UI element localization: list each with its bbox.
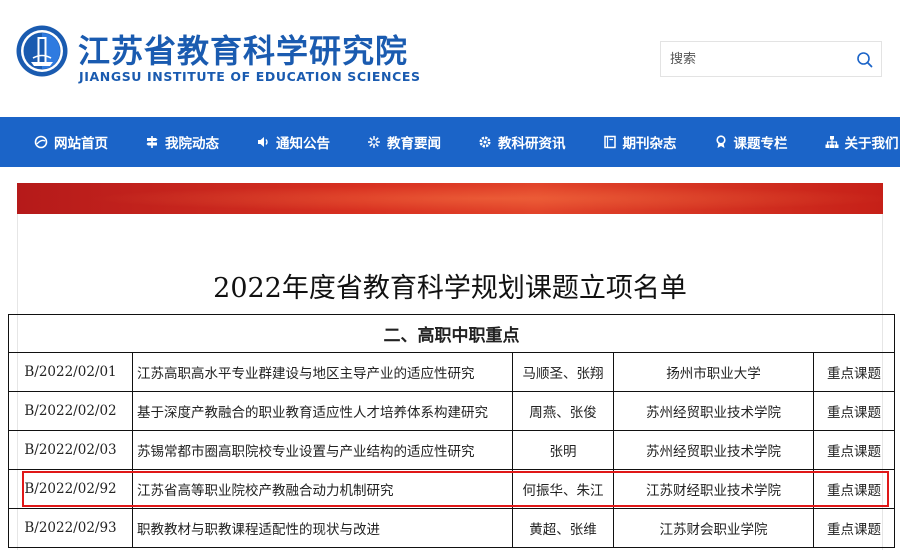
project-leaders: 马顺圣、张翔: [512, 352, 614, 392]
page-title: 2022年度省教育科学规划课题立项名单: [213, 273, 687, 304]
table-row: B/2022/02/03 苏锡常都市圈高职院校专业设置与产业结构的适应性研究 张…: [8, 430, 896, 470]
nav-item-journals[interactable]: 期刊杂志: [603, 132, 677, 152]
project-title: 基于深度产教融合的职业教育适应性人才培养体系构建研究: [132, 391, 513, 431]
project-code: B/2022/02/02: [8, 391, 133, 431]
browser-icon: [34, 135, 48, 149]
nav-item-label: 教科研资讯: [498, 136, 566, 152]
nav-item-label: 期刊杂志: [622, 136, 677, 152]
speaker-icon: [258, 137, 268, 147]
project-leaders: 周燕、张俊: [512, 391, 614, 431]
nav-item-news[interactable]: 我院动态: [145, 132, 219, 152]
nav-item-label: 关于我们: [844, 136, 899, 152]
main-nav: 网站首页 我院动态 通知公告 教育要闻 教科研资讯 期刊杂志 课题专栏 关于我们: [0, 117, 900, 167]
table-row: B/2022/02/02 基于深度产教融合的职业教育适应性人才培养体系构建研究 …: [8, 391, 896, 431]
project-list-table: 二、高职中职重点 B/2022/02/01 江苏高职高水平专业群建设与地区主导产…: [7, 314, 896, 548]
project-organization: 江苏财会职业学院: [613, 508, 814, 548]
project-leaders: 何振华、朱江: [512, 469, 614, 509]
project-title: 苏锡常都市圈高职院校专业设置与产业结构的适应性研究: [132, 430, 513, 470]
nav-item-about[interactable]: 关于我们: [825, 132, 899, 152]
institute-emblem-icon[interactable]: [15, 24, 69, 78]
project-code: B/2022/02/93: [8, 508, 133, 548]
project-type: 重点课题: [812, 508, 896, 548]
site-header: 江苏省教育科学研究院 JIANGSU INSTITUTE OF EDUCATIO…: [0, 0, 900, 116]
search-box: [660, 41, 882, 77]
project-code: B/2022/02/01: [8, 352, 133, 392]
nav-item-education-news[interactable]: 教育要闻: [367, 132, 441, 152]
signpost-icon: [146, 136, 158, 148]
project-title: 职教教材与职教课程适配性的现状与改进: [132, 508, 513, 548]
project-organization: 苏州经贸职业技术学院: [613, 391, 814, 431]
project-leaders: 黄超、张维: [512, 508, 614, 548]
medal-icon: [715, 135, 726, 148]
nav-item-label: 我院动态: [165, 136, 219, 152]
project-type: 重点课题: [812, 430, 896, 470]
project-type: 重点课题: [812, 352, 896, 392]
gear-icon: [479, 136, 491, 148]
project-code: B/2022/02/03: [8, 430, 133, 470]
nav-item-projects[interactable]: 课题专栏: [714, 132, 788, 152]
table-row: B/2022/02/93 职教教材与职教课程适配性的现状与改进 黄超、张维 江苏…: [8, 508, 896, 548]
nav-item-label: 教育要闻: [387, 136, 441, 152]
nav-item-label: 网站首页: [54, 136, 108, 152]
nav-item-label: 课题专栏: [733, 136, 788, 152]
nav-item-research-info[interactable]: 教科研资讯: [478, 132, 566, 152]
project-organization: 扬州市职业大学: [613, 352, 814, 392]
section-title: 二、高职中职重点: [7, 314, 896, 353]
sitemap-icon: [825, 136, 838, 148]
project-organization: 江苏财经职业技术学院: [613, 469, 814, 509]
book-icon: [603, 135, 616, 149]
project-leaders: 张明: [512, 430, 614, 470]
nav-item-home[interactable]: 网站首页: [34, 132, 108, 152]
red-banner: [17, 183, 883, 214]
section-header-row: 二、高职中职重点: [7, 314, 896, 353]
project-code: B/2022/02/92: [8, 469, 133, 509]
project-title: 江苏高职高水平专业群建设与地区主导产业的适应性研究: [132, 352, 513, 392]
nav-item-label: 通知公告: [276, 136, 330, 152]
site-logo-chinese[interactable]: 江苏省教育科学研究院: [78, 26, 408, 72]
project-type: 重点课题: [812, 391, 896, 431]
project-organization: 苏州经贸职业技术学院: [613, 430, 814, 470]
search-input[interactable]: [661, 42, 846, 76]
project-title: 江苏省高等职业院校产教融合动力机制研究: [132, 469, 513, 509]
sparkle-icon: [368, 136, 380, 148]
project-type: 重点课题: [812, 469, 896, 509]
table-row: B/2022/02/01 江苏高职高水平专业群建设与地区主导产业的适应性研究 马…: [8, 352, 896, 392]
site-logo-english: JIANGSU INSTITUTE OF EDUCATION SCIENCES: [79, 69, 421, 84]
table-row-highlighted: B/2022/02/92 江苏省高等职业院校产教融合动力机制研究 何振华、朱江 …: [8, 469, 896, 509]
nav-item-notices[interactable]: 通知公告: [256, 132, 330, 152]
search-icon[interactable]: [856, 51, 874, 69]
